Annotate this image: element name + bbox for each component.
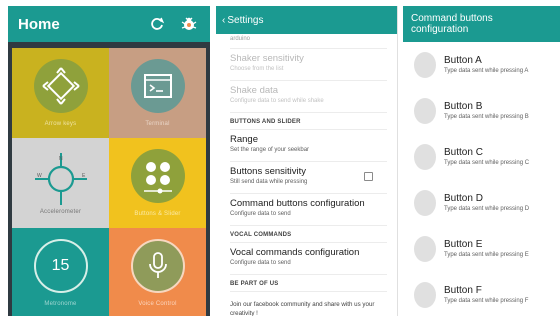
command-button-d[interactable]: Button D Type data sent while pressing D [403,180,560,226]
command-button-a[interactable]: Button A Type data sent while pressing A [403,42,560,88]
metronome-value: 15 [51,257,70,274]
setting-buttons-sensitivity[interactable]: Buttons sensitivity Still send data whil… [230,162,387,194]
avatar [414,144,436,170]
avatar [414,282,436,308]
avatar [414,52,436,78]
settings-app-bar: ‹ Settings [216,6,397,34]
section-be-part-of-us: BE PART OF US [230,275,387,292]
setting-vocal-commands[interactable]: Vocal commands configuration Configure d… [230,243,387,275]
settings-title: Settings [227,14,264,26]
metronome-icon: 15 [33,239,88,293]
community-link[interactable]: Join our facebook community and share wi… [230,292,387,316]
terminal-icon [130,59,185,113]
bluetooth-bug-icon[interactable] [178,13,200,35]
command-button-b[interactable]: Button B Type data sent while pressing B [403,88,560,134]
svg-text:N: N [59,156,63,162]
avatar [414,98,436,124]
accelerometer-icon: NWE [33,151,89,207]
setting-command-buttons[interactable]: Command buttons configuration Configure … [230,194,387,226]
buttons-sensitivity-checkbox[interactable] [364,172,373,181]
tile-metronome[interactable]: 15 Metronome [12,228,109,316]
setting-shaker-sensitivity[interactable]: Shaker sensitivity Choose from the list [230,49,387,81]
tile-terminal[interactable]: Terminal [109,48,206,138]
arrow-keys-icon [33,59,88,113]
setting-title: Shake data [230,85,279,96]
button-subtitle: Type data sent while pressing C [444,160,530,166]
setting-range[interactable]: Range Set the range of your seekbar [230,130,387,162]
avatar [414,236,436,262]
setting-subtitle: Configure data to send while shake [230,98,324,104]
microphone-icon [130,239,185,293]
setting-subtitle: Configure data to send [230,260,291,266]
tile-arrow-keys[interactable]: Arrow keys [12,48,109,138]
button-title: Button B [444,101,483,112]
button-subtitle: Type data sent while pressing D [444,206,530,212]
back-chevron-icon[interactable]: ‹ [222,15,225,26]
tile-label: Arrow keys [44,121,77,127]
home-title: Home [18,15,60,33]
command-button-list: Button A Type data sent while pressing A… [403,42,560,316]
setting-subtitle: Set the range of your seekbar [230,147,310,153]
tile-buttons-slider[interactable]: Buttons & Slider [109,138,206,228]
svg-text:W: W [37,173,42,179]
setting-subtitle: Choose from the list [230,66,284,72]
button-subtitle: Type data sent while pressing A [444,68,529,74]
command-config-title: Command buttons configuration [411,13,493,35]
avatar [414,190,436,216]
settings-list: arduino Shaker sensitivity Choose from t… [216,34,397,316]
button-subtitle: Type data sent while pressing F [444,298,529,304]
button-subtitle: Type data sent while pressing B [444,114,529,120]
setting-title: Vocal commands configuration [230,247,360,258]
tile-label: Metronome [44,301,77,307]
button-title: Button D [444,193,483,204]
feature-grid: Arrow keys Terminal NWE Accelerometer Bu… [12,48,206,316]
settings-screen: ‹ Settings arduino Shaker sensitivity Ch… [216,6,398,316]
command-config-app-bar: Command buttons configuration [403,6,560,42]
command-button-e[interactable]: Button E Type data sent while pressing E [403,226,560,272]
refresh-icon[interactable] [146,13,168,35]
home-screen: Home Arrow keys Terminal NWE Acceleromet… [8,6,210,316]
setting-title: Range [230,134,258,145]
button-title: Button A [444,55,482,66]
setting-title: Shaker sensitivity [230,53,304,64]
button-title: Button C [444,147,483,158]
button-title: Button E [444,239,483,250]
tile-label: Buttons & Slider [134,211,181,217]
tile-voice-control[interactable]: Voice Control [109,228,206,316]
section-buttons-slider: BUTTONS AND SLIDER [230,113,387,130]
buttons-slider-icon [130,149,185,203]
setting-arduino-partial: arduino [230,34,387,49]
setting-shake-data[interactable]: Shake data Configure data to send while … [230,81,387,113]
button-title: Button F [444,285,482,296]
command-config-screen: Command buttons configuration Button A T… [403,6,560,316]
tile-label: Terminal [145,121,170,127]
section-vocal-commands: VOCAL COMMANDS [230,226,387,243]
tile-accelerometer[interactable]: NWE Accelerometer [12,138,109,228]
command-button-f[interactable]: Button F Type data sent while pressing F [403,272,560,316]
command-button-c[interactable]: Button C Type data sent while pressing C [403,134,560,180]
tile-label: Accelerometer [39,209,82,215]
home-app-bar: Home [8,6,210,42]
tile-label: Voice Control [138,301,177,307]
setting-title: Command buttons configuration [230,198,365,209]
button-subtitle: Type data sent while pressing E [444,252,529,258]
setting-subtitle: Configure data to send [230,211,291,217]
